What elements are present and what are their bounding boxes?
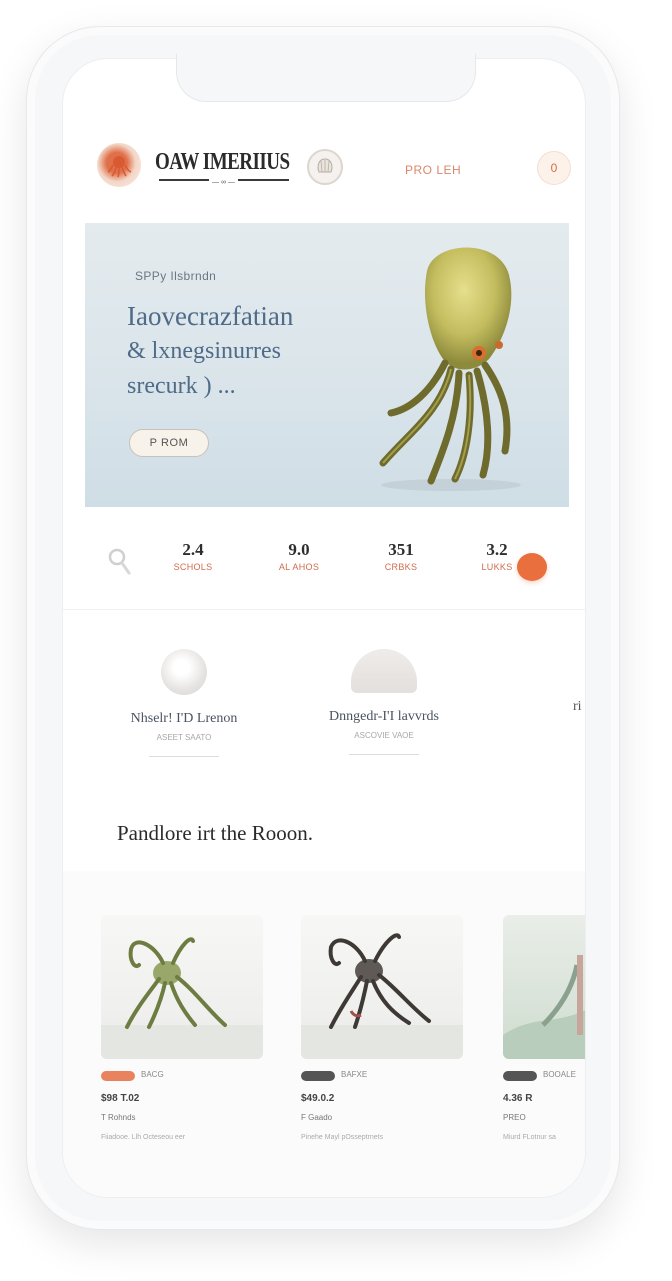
notification-dot[interactable] [517, 553, 547, 581]
dome-icon [351, 649, 417, 693]
divider [63, 609, 585, 610]
feature-card[interactable]: Dnngedr-I'I lavvrds ASCOVIE VAOE [309, 619, 459, 779]
product-carousel: BACG $98 T.02 T Rohnds Fiiadooe. Llh Oct… [63, 871, 585, 1197]
stat-item[interactable]: 9.0 AL AHOS [269, 539, 329, 585]
stat-value: 2.4 [182, 540, 204, 559]
nav-link[interactable]: PRO LEH [405, 163, 461, 177]
feature-subtitle: ASEET SAATO [156, 733, 212, 742]
product-price: 4.36 R [503, 1093, 533, 1104]
hero-cta-button[interactable]: P ROM [129, 429, 209, 457]
product-tag-text: BAFXE [341, 1070, 368, 1079]
feature-edge-text: ri [573, 699, 582, 714]
stats-row: 2.4 SCHOLS 9.0 AL AHOS 351 CRBKS 3.2 LUK… [85, 529, 569, 597]
product-price: $98 T.02 [101, 1093, 140, 1104]
feature-underline [149, 756, 219, 757]
product-description: Pinehe Mayl pOsseptrnets [301, 1134, 384, 1141]
cart-button[interactable]: 0 [537, 151, 571, 185]
stat-value: 3.2 [486, 540, 508, 559]
feature-card[interactable]: Nhselr! I'D Lrenon ASEET SAATO [109, 619, 259, 779]
brand-sub: — ∞ — [209, 179, 238, 186]
stat-value: 351 [388, 540, 414, 559]
feature-title: Dnngedr-I'I lavvrds [329, 709, 439, 724]
screen: OAW IMERIIUS — ∞ — PRO LEH 0 SPPy Ilsbrn… [62, 58, 586, 1198]
product-card[interactable]: BACG $98 T.02 T Rohnds Fiiadooe. Llh Oct… [101, 915, 263, 1175]
product-price: $49.0.2 [301, 1093, 335, 1104]
product-name: F Gaado [301, 1113, 333, 1122]
product-image [301, 915, 463, 1059]
globe-icon [161, 649, 207, 695]
hero-kicker: SPPy Ilsbrndn [135, 269, 217, 283]
feature-subtitle: ASCOVIE VAOE [354, 731, 414, 740]
product-tag [301, 1071, 335, 1081]
hero-title: Iaovecrazfatian & lxnegsinurres srecurk … [127, 299, 397, 404]
product-tag-text: BOOALE [543, 1070, 576, 1079]
cthulhu-octopus-illustration [379, 247, 521, 491]
product-image [503, 915, 585, 1059]
shell-emblem-icon [307, 149, 343, 185]
brand-wordmark[interactable]: OAW IMERIIUS [155, 149, 290, 177]
product-description: Fiiadooe. Llh Octeseou eer [101, 1134, 186, 1141]
phone-notch [176, 54, 476, 102]
product-tag-text: BACG [141, 1070, 164, 1079]
hero-banner: SPPy Ilsbrndn Iaovecrazfatian & lxnegsin… [85, 223, 569, 507]
section-title: Pandlore irt the Rooon. [117, 821, 313, 845]
product-name: T Rohnds [101, 1113, 136, 1122]
stat-label: SCHOLS [173, 562, 213, 572]
product-image [101, 915, 263, 1059]
hero-title-line-3: srecurk ) ... [127, 373, 236, 399]
product-description: Miurd FLotnur sa [503, 1134, 556, 1141]
product-card[interactable]: BAFXE $49.0.2 F Gaado Pinehe Mayl pOssep… [301, 915, 463, 1175]
feature-title: Nhselr! I'D Lrenon [130, 711, 238, 726]
app-header: OAW IMERIIUS — ∞ — PRO LEH 0 [63, 143, 585, 201]
product-card[interactable]: BOOALE 4.36 R PREO Miurd FLotnur sa [503, 915, 585, 1175]
stat-item[interactable]: 351 CRBKS [371, 539, 431, 585]
stat-value: 9.0 [288, 540, 310, 559]
stat-label: CRBKS [384, 562, 418, 572]
hero-title-line-1: Iaovecrazfatian [127, 301, 294, 331]
feature-underline [349, 754, 419, 755]
hero-title-line-2: & lxnegsinurres [127, 338, 281, 364]
brand-underline: — ∞ — [159, 179, 289, 186]
product-tag [503, 1071, 537, 1081]
stat-item[interactable]: 2.4 SCHOLS [163, 539, 223, 585]
stat-label: AL AHOS [278, 562, 320, 572]
search-icon[interactable] [105, 543, 133, 583]
product-tag [101, 1071, 135, 1081]
features-row: Nhselr! I'D Lrenon ASEET SAATO Dnngedr-I… [85, 619, 585, 789]
octopus-logo-icon[interactable] [97, 143, 141, 187]
product-name: PREO [503, 1113, 526, 1122]
